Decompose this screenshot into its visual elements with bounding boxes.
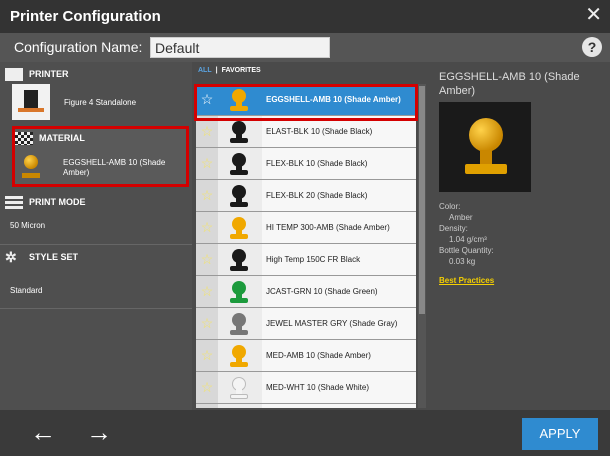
material-swatch-icon [218,212,262,243]
material-name: JCAST-GRN 10 (Shade Green) [266,287,378,296]
material-name: JEWEL MASTER GRY (Shade Gray) [266,319,398,328]
material-selector[interactable]: MATERIAL EGGSHELL-AMB 10 (Shade Amber) [12,126,189,187]
material-list-item[interactable]: ☆ MED-WHT 10 (Shade White) [196,372,416,404]
favorite-star-icon[interactable]: ☆ [196,276,218,307]
printer-icon [5,67,23,81]
color-value: Amber [449,213,473,222]
favorite-star-icon[interactable]: ☆ [196,84,218,115]
material-list-item[interactable]: ☆ [196,404,416,408]
print-mode-heading: PRINT MODE [29,197,86,207]
material-thumbnail [20,151,42,181]
style-set-section-header: ✲ STYLE SET [5,249,78,265]
title-bar: Printer Configuration ✕ [0,0,610,33]
material-swatch-icon [218,148,262,179]
printer-thumbnail [12,84,50,120]
material-value: EGGSHELL-AMB 10 (Shade Amber) [63,158,166,177]
material-swatch-icon [218,404,262,408]
material-swatch-icon [218,180,262,211]
material-list-panel: ALL | FAVORITES ☆ EGGSHELL-AMB 10 (Shade … [193,62,431,410]
window-title: Printer Configuration [10,8,161,25]
material-swatch-icon [218,340,262,371]
printer-selector[interactable]: Figure 4 Standalone [0,84,192,122]
material-name: FLEX-BLK 20 (Shade Black) [266,191,368,200]
back-arrow-icon[interactable]: ← [30,418,56,446]
material-tabs: ALL | FAVORITES [198,67,261,74]
material-swatch-icon [218,372,262,403]
material-heading: MATERIAL [39,133,85,143]
material-swatch-icon [218,276,262,307]
style-set-value[interactable]: Standard [10,286,42,295]
favorite-star-icon[interactable]: ☆ [196,244,218,275]
material-name: High Temp 150C FR Black [266,255,361,264]
material-list-item[interactable]: ☆ JCAST-GRN 10 (Shade Green) [196,276,416,308]
material-swatch-icon [218,308,262,339]
density-value: 1.04 g/cm³ [449,235,487,244]
bottle-quantity-label: Bottle Quantity: [439,246,494,255]
favorite-star-icon[interactable]: ☆ [196,308,218,339]
material-preview-image [439,102,531,192]
material-list-item[interactable]: ☆ MED-AMB 10 (Shade Amber) [196,340,416,372]
tab-separator: | [215,67,218,74]
material-name: MED-WHT 10 (Shade White) [266,383,369,392]
printer-section-header: PRINTER [5,66,69,82]
favorite-star-icon[interactable]: ☆ [196,340,218,371]
close-icon[interactable]: ✕ [585,4,602,26]
material-list-item[interactable]: ☆ JEWEL MASTER GRY (Shade Gray) [196,308,416,340]
style-set-heading: STYLE SET [29,252,79,262]
forward-arrow-icon[interactable]: → [86,418,112,446]
tab-favorites[interactable]: FAVORITES [222,67,261,74]
material-list-item[interactable]: ☆ EGGSHELL-AMB 10 (Shade Amber) [196,84,416,116]
density-label: Density: [439,224,468,233]
material-name: HI TEMP 300-AMB (Shade Amber) [266,223,390,232]
material-list: ☆ EGGSHELL-AMB 10 (Shade Amber) ☆ ELAST-BLK… [196,84,416,408]
material-name: FLEX-BLK 10 (Shade Black) [266,159,368,168]
settings-panel: PRINTER Figure 4 Standalone MATERIAL EGG… [0,62,192,410]
material-list-scrollbar[interactable] [418,84,426,408]
material-list-item[interactable]: ☆ ELAST-BLK 10 (Shade Black) [196,116,416,148]
material-detail-title: EGGSHELL-AMB 10 (Shade Amber) [439,71,580,97]
favorite-star-icon[interactable]: ☆ [196,180,218,211]
configuration-name-input[interactable]: Default [150,37,330,58]
scrollbar-thumb[interactable] [419,86,425,314]
material-name: MED-AMB 10 (Shade Amber) [266,351,371,360]
favorite-star-icon[interactable]: ☆ [196,116,218,147]
layers-icon [5,195,23,209]
favorite-star-icon[interactable]: ☆ [196,148,218,179]
material-list-item[interactable]: ☆ High Temp 150C FR Black [196,244,416,276]
favorite-star-icon[interactable]: ☆ [196,372,218,403]
print-mode-section-header: PRINT MODE [5,194,86,210]
tab-all[interactable]: ALL [198,67,212,74]
printer-heading: PRINTER [29,69,69,79]
material-name: EGGSHELL-AMB 10 (Shade Amber) [266,95,401,104]
material-swatch-icon [218,116,262,147]
material-list-item[interactable]: ☆ FLEX-BLK 20 (Shade Black) [196,180,416,212]
apply-button[interactable]: APPLY [522,418,598,450]
favorite-star-icon[interactable]: ☆ [196,404,218,408]
bottle-quantity-value: 0.03 kg [449,257,476,266]
gear-icon: ✲ [5,248,17,265]
checkerboard-icon [15,131,33,145]
color-label: Color: [439,202,461,211]
material-section-header: MATERIAL [15,130,85,146]
material-name: ELAST-BLK 10 (Shade Black) [266,127,373,136]
configuration-name-label: Configuration Name: [14,39,143,55]
printer-value: Figure 4 Standalone [64,98,137,107]
material-swatch-icon [218,84,262,115]
footer-bar: ← → APPLY [0,410,610,456]
favorite-star-icon[interactable]: ☆ [196,212,218,243]
best-practices-link[interactable]: Best Practices [439,276,494,285]
print-mode-value[interactable]: 50 Micron [10,221,45,230]
material-list-item[interactable]: ☆ HI TEMP 300-AMB (Shade Amber) [196,212,416,244]
configuration-name-row: Configuration Name: Default ? [0,33,610,62]
help-icon[interactable]: ? [582,37,602,57]
material-list-item[interactable]: ☆ FLEX-BLK 10 (Shade Black) [196,148,416,180]
material-details-panel: EGGSHELL-AMB 10 (Shade Amber) Color: Amb… [431,62,610,410]
material-swatch-icon [218,244,262,275]
